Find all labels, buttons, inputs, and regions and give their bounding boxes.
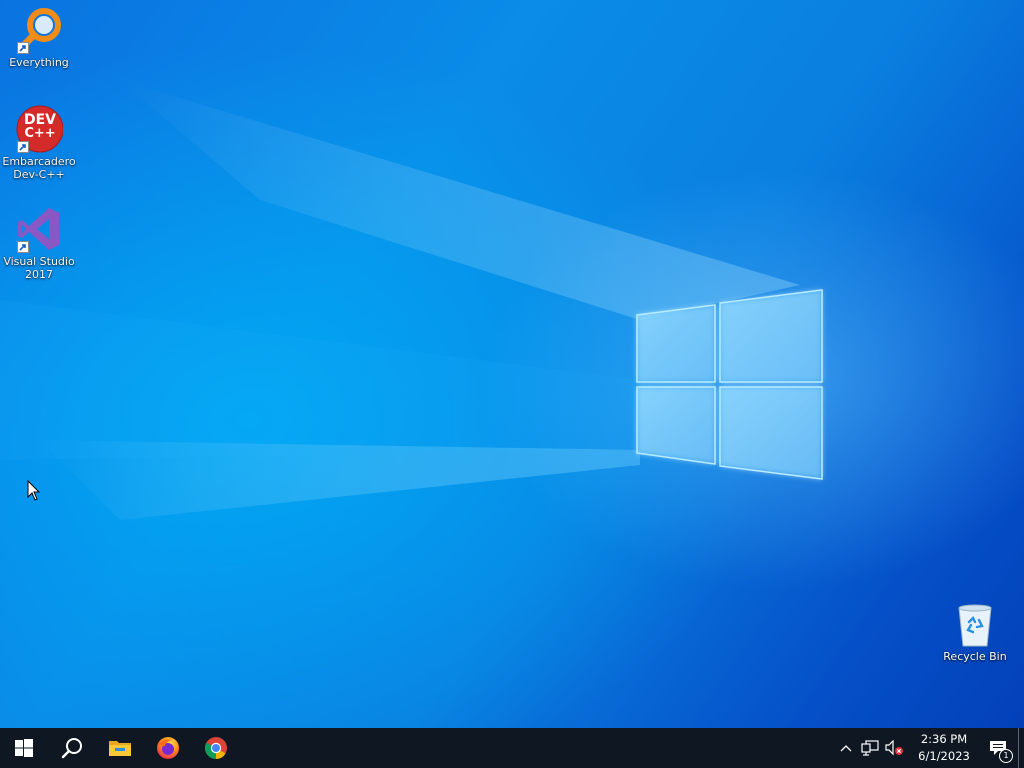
chrome-icon [205, 737, 227, 759]
desktop-icon-everything[interactable]: Everything [0, 6, 78, 69]
windows-wallpaper-logo [636, 289, 823, 480]
chrome-button[interactable] [192, 728, 240, 768]
shortcut-arrow-icon [17, 42, 29, 54]
desktop-icon-recycle-bin[interactable]: Recycle Bin [936, 600, 1014, 663]
shortcut-arrow-icon [17, 141, 29, 153]
action-center-button[interactable]: 1 [978, 728, 1018, 768]
start-button[interactable] [0, 728, 48, 768]
notification-count-badge: 1 [999, 749, 1013, 763]
devcpp-logo-text: DEV [23, 112, 57, 128]
clock[interactable]: 2:36 PM 6/1/2023 [910, 728, 978, 768]
desktop[interactable]: Everything DEV C++ Embarcadero Dev-C++ V… [0, 0, 1024, 728]
everything-search-icon [15, 6, 63, 54]
desktop-icon-label: Recycle Bin [943, 650, 1007, 663]
firefox-icon [157, 737, 179, 759]
system-tray: 2:36 PM 6/1/2023 1 [834, 728, 1024, 768]
show-hidden-icons-button[interactable] [834, 728, 858, 768]
devcpp-logo-text: C++ [24, 126, 56, 141]
clock-time: 2:36 PM [920, 732, 968, 746]
volume-button[interactable] [882, 728, 906, 768]
volume-muted-icon [885, 740, 903, 756]
taskbar: 2:36 PM 6/1/2023 1 [0, 728, 1024, 768]
recycle-bin-icon [951, 600, 999, 648]
shortcut-arrow-icon [17, 241, 29, 253]
network-icon [861, 740, 879, 756]
search-button[interactable] [48, 728, 96, 768]
clock-date: 6/1/2023 [918, 749, 970, 763]
visual-studio-icon [15, 205, 63, 253]
firefox-button[interactable] [144, 728, 192, 768]
chevron-up-icon [840, 745, 852, 752]
network-button[interactable] [858, 728, 882, 768]
show-desktop-button[interactable] [1018, 728, 1024, 768]
file-explorer-button[interactable] [96, 728, 144, 768]
desktop-icon-label: Embarcadero Dev-C++ [2, 155, 76, 181]
devcpp-icon: DEV C++ [15, 105, 64, 153]
mouse-cursor-icon [27, 480, 41, 501]
wallpaper-light-beams [0, 80, 800, 520]
search-icon [61, 738, 82, 759]
windows-start-icon [15, 739, 33, 757]
desktop-icon-devcpp[interactable]: DEV C++ Embarcadero Dev-C++ [0, 105, 78, 181]
desktop-icon-label: Everything [9, 56, 69, 69]
desktop-icon-visual-studio[interactable]: Visual Studio 2017 [0, 205, 78, 281]
folder-icon [109, 741, 131, 756]
desktop-icon-label: Visual Studio 2017 [3, 255, 75, 281]
